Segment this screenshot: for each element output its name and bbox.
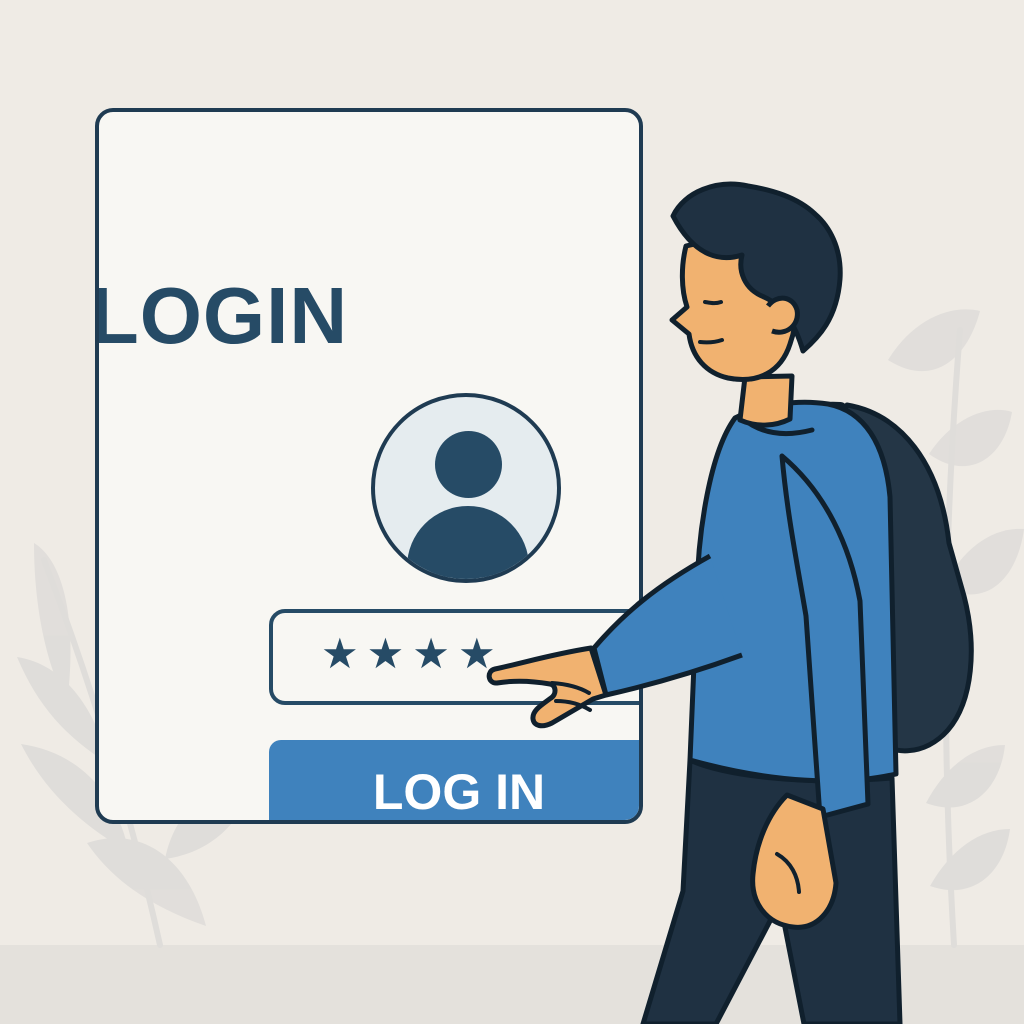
shirt-icon <box>591 399 899 820</box>
person-pointing-illustration <box>486 181 974 1024</box>
head-icon <box>669 181 843 428</box>
login-illustration-scene: LOGIN ★★★★ LOG IN <box>0 0 1024 1024</box>
